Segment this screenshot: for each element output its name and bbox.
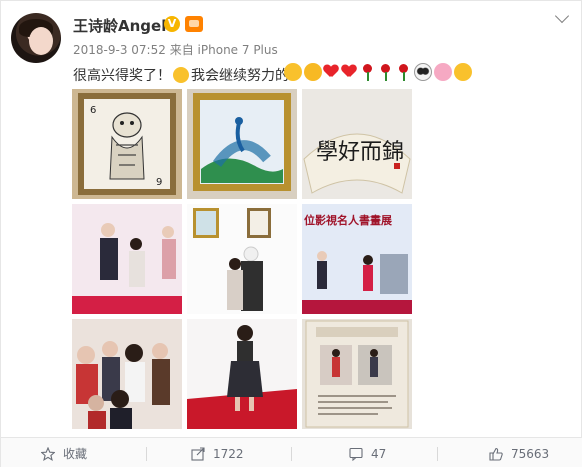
photo-exhibition-board[interactable] bbox=[302, 319, 412, 429]
post-meta: 2018-9-3 07:52 来自 iPhone 7 Plus bbox=[73, 41, 278, 58]
favorite-button[interactable]: 收藏 bbox=[40, 438, 88, 467]
comment-count: 47 bbox=[371, 446, 387, 461]
blush-emoji bbox=[173, 67, 189, 83]
banner-title-text: 位影視名人書畫展 bbox=[304, 213, 393, 227]
favorite-label: 收藏 bbox=[63, 447, 88, 461]
award-stage-image bbox=[72, 204, 182, 314]
repost-icon bbox=[191, 446, 205, 461]
photo-red-carpet[interactable] bbox=[187, 319, 297, 429]
divider bbox=[291, 447, 292, 461]
photo-stage-banner[interactable]: 位影視名人書畫展 bbox=[302, 204, 412, 314]
source-prefix: 来自 bbox=[169, 43, 194, 57]
panda-emoji bbox=[414, 63, 432, 81]
avatar-face bbox=[29, 27, 53, 55]
photo-grid: 6 9 學好而錦 位影視名人書畫展 bbox=[72, 89, 412, 429]
divider bbox=[146, 447, 147, 461]
avatar[interactable] bbox=[11, 13, 61, 63]
post-date[interactable]: 2018-9-3 07:52 bbox=[73, 43, 166, 57]
action-bar: 收藏 1722 47 75663 bbox=[1, 437, 582, 467]
crowd-image bbox=[72, 319, 182, 429]
smile-emoji bbox=[284, 63, 302, 81]
divider bbox=[437, 447, 438, 461]
exhibition-board-image bbox=[305, 320, 409, 428]
comment-button[interactable]: 47 bbox=[349, 438, 386, 467]
username[interactable]: 王诗龄Angela bbox=[73, 15, 176, 36]
svg-text:6: 6 bbox=[90, 105, 96, 116]
heart-icon bbox=[342, 65, 356, 79]
repost-count: 1722 bbox=[213, 446, 244, 461]
laugh-emoji bbox=[304, 63, 322, 81]
post-text-part1: 很高兴得奖了！ bbox=[73, 68, 171, 84]
post-source[interactable]: iPhone 7 Plus bbox=[198, 43, 278, 57]
star-icon bbox=[40, 446, 56, 461]
svg-text:9: 9 bbox=[156, 177, 162, 188]
yellow-grin-emoji bbox=[454, 63, 472, 81]
rose-icon bbox=[378, 63, 392, 81]
playing-card-painting-image: 6 9 bbox=[78, 93, 176, 195]
rose-icon bbox=[360, 63, 374, 81]
photo-crowd[interactable] bbox=[72, 319, 182, 429]
chevron-down-icon[interactable] bbox=[554, 8, 570, 24]
comment-icon bbox=[349, 447, 363, 461]
photo-peacock-painting[interactable] bbox=[187, 89, 297, 199]
peacock-painting-image bbox=[193, 93, 291, 191]
red-carpet-image bbox=[187, 319, 297, 429]
pink-pig-emoji bbox=[434, 63, 452, 81]
repost-button[interactable]: 1722 bbox=[191, 438, 244, 467]
photo-award-stage[interactable] bbox=[72, 204, 182, 314]
rose-icon bbox=[396, 63, 410, 81]
post-text: 很高兴得奖了！ 我会继续努力的！ bbox=[73, 65, 303, 85]
member-badge-icon[interactable] bbox=[185, 16, 203, 32]
exhibition-image bbox=[193, 208, 271, 311]
photo-calligraphy-fan[interactable]: 學好而錦 bbox=[302, 89, 412, 199]
like-button[interactable]: 75663 bbox=[489, 438, 549, 467]
photo-playing-card-painting[interactable]: 6 9 bbox=[72, 89, 182, 199]
photo-exhibition[interactable] bbox=[187, 204, 297, 314]
heart-icon bbox=[324, 65, 338, 79]
like-count: 75663 bbox=[511, 446, 550, 461]
verified-badge-icon[interactable]: V bbox=[164, 16, 180, 32]
calligraphy-fan-image: 學好而錦 bbox=[303, 133, 411, 194]
weibo-post-card: 王诗龄Angela V 2018-9-3 07:52 来自 iPhone 7 P… bbox=[0, 0, 582, 467]
thumbs-up-icon bbox=[489, 447, 503, 461]
fan-calligraphy-text: 學好而錦 bbox=[316, 140, 404, 165]
stage-banner-image: 位影視名人書畫展 bbox=[302, 204, 412, 314]
